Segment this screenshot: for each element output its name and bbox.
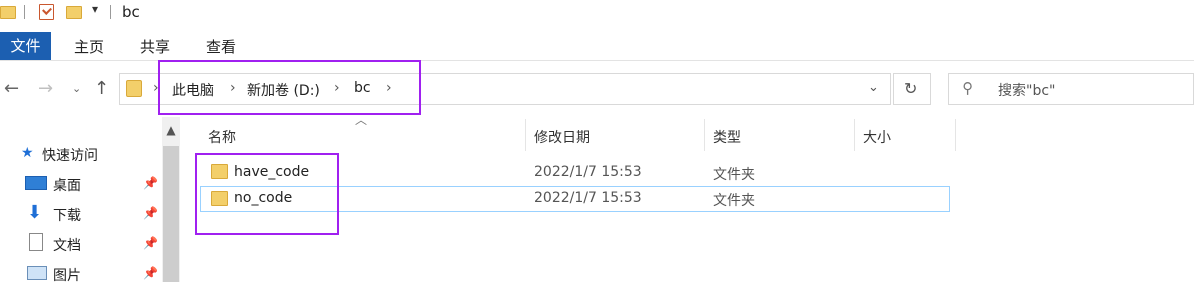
search-icon: ⚲ [962, 79, 973, 97]
separator [24, 5, 25, 19]
pin-icon[interactable]: 📌 [143, 236, 158, 250]
column-header-size[interactable]: 大小 [863, 127, 891, 147]
title-bar: ▾ bc [0, 0, 1194, 26]
tab-file[interactable]: 文件 [0, 32, 51, 60]
download-icon: ⬇ [27, 202, 43, 223]
chevron-down-icon[interactable]: ⌄ [868, 80, 879, 95]
pin-icon[interactable]: 📌 [143, 176, 158, 190]
refresh-icon[interactable]: ↻ [904, 79, 917, 98]
back-button[interactable]: ← [4, 78, 19, 99]
file-modified: 2022/1/7 15:53 [534, 190, 642, 206]
ribbon [0, 30, 1194, 61]
new-folder-icon[interactable] [66, 6, 82, 19]
sidebar-item-downloads[interactable]: 下载 [53, 205, 81, 225]
recent-locations-button[interactable]: ⌄ [72, 82, 81, 95]
pin-icon[interactable]: 📌 [143, 206, 158, 220]
file-type: 文件夹 [713, 167, 755, 183]
tab-view[interactable]: 查看 [206, 36, 236, 57]
column-header-name[interactable]: 名称 [208, 127, 236, 147]
scrollbar-thumb[interactable] [163, 146, 179, 282]
sidebar-item-pictures[interactable]: 图片 [53, 265, 81, 285]
folder-icon [0, 6, 16, 19]
sidebar-item-documents[interactable]: 文档 [53, 235, 81, 255]
window-title: bc [122, 3, 140, 21]
column-header-modified[interactable]: 修改日期 [534, 127, 590, 147]
annotation-highlight-address [158, 60, 421, 115]
forward-button[interactable]: → [38, 78, 53, 99]
column-divider[interactable] [955, 119, 956, 151]
folder-icon [126, 80, 142, 97]
sidebar-item-desktop[interactable]: 桌面 [53, 175, 81, 195]
column-header-type[interactable]: 类型 [713, 127, 741, 147]
annotation-highlight-folders [195, 153, 339, 235]
tab-home[interactable]: 主页 [74, 36, 104, 57]
column-divider[interactable] [854, 119, 855, 151]
properties-icon[interactable] [39, 4, 54, 20]
scroll-up-arrow[interactable]: ▲ [162, 118, 180, 142]
up-button[interactable]: ↑ [94, 78, 109, 99]
pin-icon[interactable]: 📌 [143, 266, 158, 280]
search-placeholder: 搜索"bc" [998, 83, 1056, 99]
desktop-icon [25, 176, 47, 190]
customize-quick-access-icon[interactable]: ▾ [92, 2, 98, 16]
column-divider[interactable] [525, 119, 526, 151]
separator [110, 5, 111, 19]
tab-share[interactable]: 共享 [140, 36, 170, 57]
star-icon: ★ [21, 145, 34, 161]
search-input[interactable] [948, 73, 1194, 105]
column-divider[interactable] [704, 119, 705, 151]
sidebar-header-quick-access[interactable]: 快速访问 [42, 145, 98, 165]
picture-icon [27, 266, 47, 280]
file-type: 文件夹 [713, 193, 755, 209]
document-icon [29, 233, 43, 251]
file-modified: 2022/1/7 15:53 [534, 164, 642, 180]
